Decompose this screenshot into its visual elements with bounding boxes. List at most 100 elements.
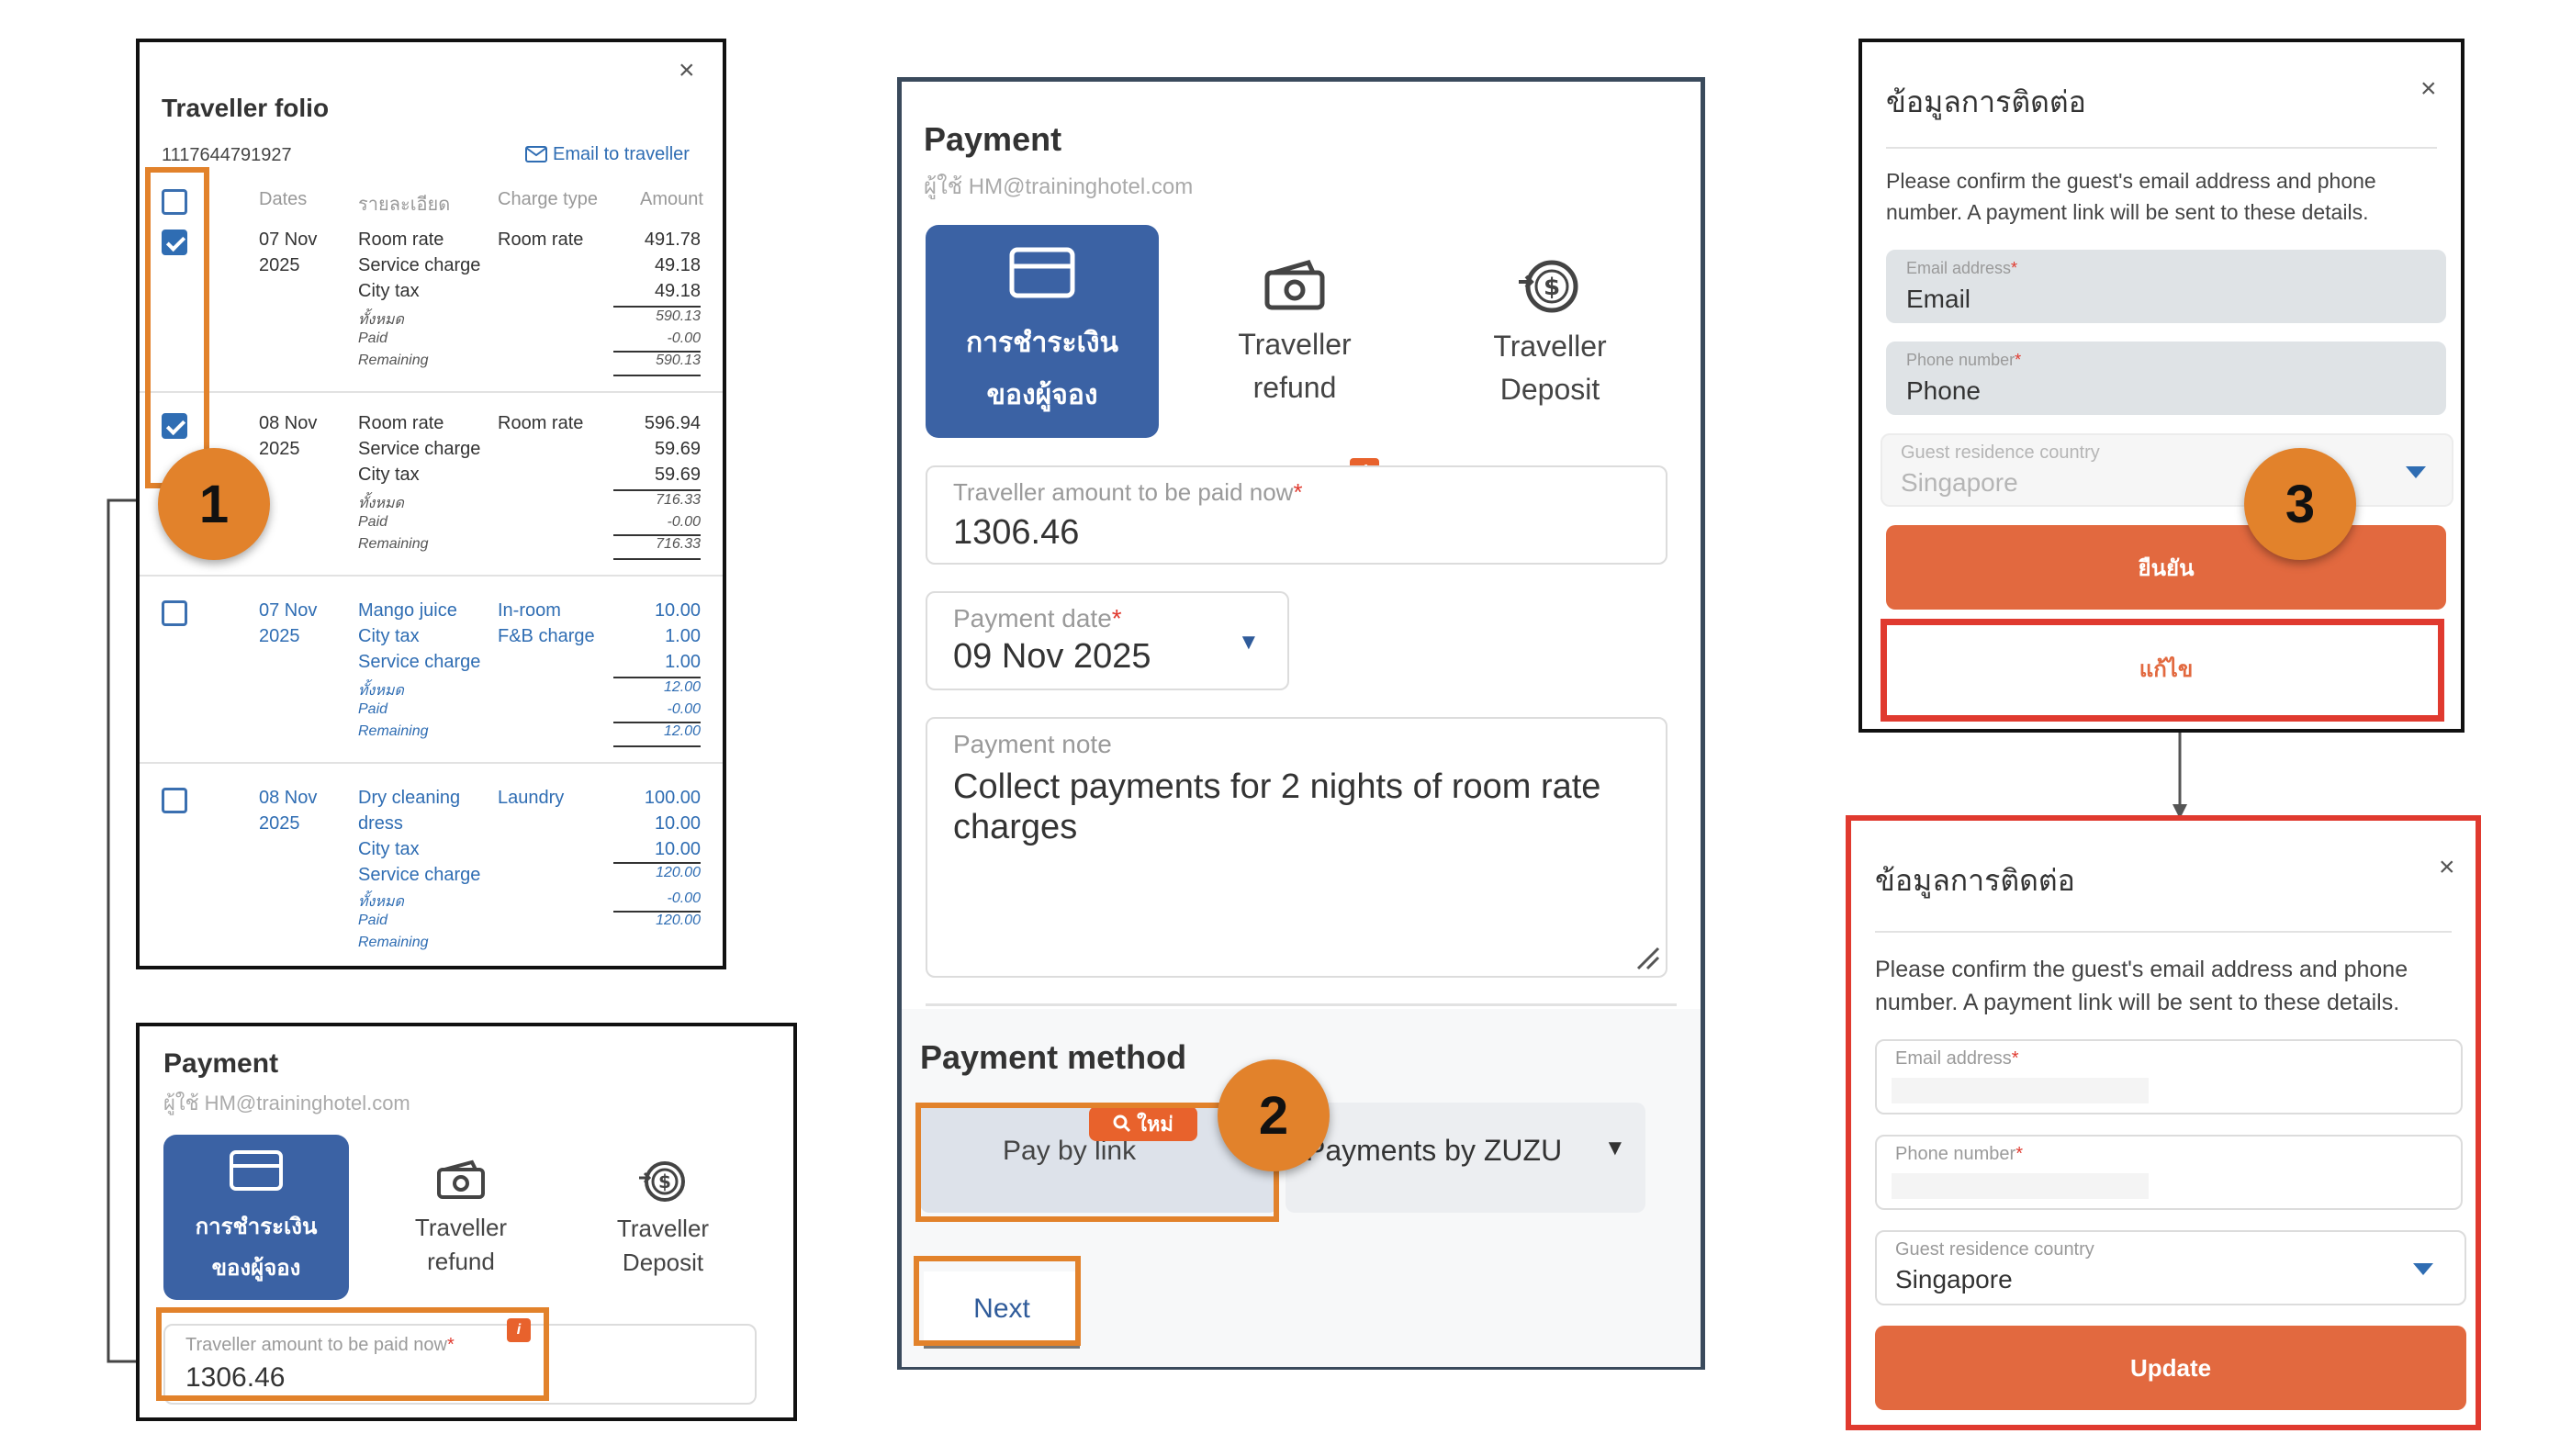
dialog-title: ข้อมูลการติดต่อ xyxy=(1886,85,2086,118)
deposit-icon: $ xyxy=(639,1161,685,1202)
email-input-placeholder xyxy=(1892,1078,2149,1103)
phone-field[interactable]: Phone number* Phone xyxy=(1886,342,2446,415)
country-label: Guest residence country xyxy=(1895,1239,2094,1260)
payment-date-field[interactable]: Payment date* 09 Nov 2025 ▼ xyxy=(926,591,1289,690)
row-remaining-label: Remaining xyxy=(358,536,429,552)
phone-label: Phone number* xyxy=(1895,1144,2023,1164)
row-divider xyxy=(140,575,723,577)
country-value: Singapore xyxy=(1901,468,2018,497)
row-item: Service charge xyxy=(358,439,481,459)
row-remaining: 590.13 xyxy=(656,353,701,368)
row-remaining-label: Remaining xyxy=(358,723,429,739)
tab-traveller-deposit[interactable]: $ Traveller Deposit xyxy=(571,1135,755,1300)
email-field[interactable]: Email address* xyxy=(1875,1039,2463,1114)
country-select[interactable]: Guest residence country Singapore xyxy=(1881,433,2453,507)
header-charge-type: Charge type xyxy=(498,189,598,209)
row-remaining: 12.00 xyxy=(663,723,701,739)
email-field[interactable]: Email address* Email xyxy=(1886,250,2446,323)
row-item: Room rate xyxy=(358,230,444,250)
chevron-down-icon[interactable] xyxy=(2406,466,2426,478)
row-checkbox[interactable] xyxy=(162,600,187,626)
row-item: Service charge xyxy=(358,255,481,275)
callout-3: 3 xyxy=(2244,448,2356,560)
date-value: 09 Nov 2025 xyxy=(953,637,1151,676)
row-paid: -0.00 xyxy=(667,330,701,346)
dialog-description: Please confirm the guest's email address… xyxy=(1875,957,2408,1015)
payments-by-label: Payments by ZUZU xyxy=(1306,1134,1563,1167)
title-divider xyxy=(1886,147,2437,149)
confirm-button[interactable]: ยืนยัน xyxy=(1886,525,2446,610)
tab-traveller-deposit[interactable]: $ Traveller Deposit xyxy=(1432,225,1667,438)
card-icon xyxy=(230,1150,283,1191)
subtotal-line xyxy=(613,558,701,560)
subtotal-line xyxy=(613,375,701,376)
header-details: รายละเอียด xyxy=(358,195,451,215)
row-amount: 49.18 xyxy=(654,255,701,275)
subtotal-line xyxy=(613,745,701,747)
row-amount: 49.18 xyxy=(654,281,701,301)
payment-method-title: Payment method xyxy=(920,1038,1187,1076)
tab-booker-payment[interactable]: การชำระเงิน ของผู้จอง xyxy=(926,225,1159,438)
row-paid-label: Paid xyxy=(358,514,388,530)
country-select[interactable]: Guest residence country Singapore xyxy=(1875,1230,2466,1305)
row-total-label: ทั้งหมด xyxy=(358,312,404,328)
dialog-title: ข้อมูลการติดต่อ xyxy=(1875,864,2075,897)
payment-user: ผู้ใช้ HM@traininghotel.com xyxy=(924,174,1194,199)
row-remaining-label: Remaining xyxy=(358,353,429,368)
row-charge-type: Room rate xyxy=(498,413,584,433)
payment-title: Payment xyxy=(163,1048,279,1079)
card-icon xyxy=(1009,247,1075,298)
row-day: 07 Nov xyxy=(259,230,318,250)
checkbox-column-highlight xyxy=(145,167,209,488)
subtotal-line xyxy=(613,306,701,308)
chevron-down-icon[interactable]: ▼ xyxy=(1238,630,1260,655)
edit-button-highlight xyxy=(1881,619,2444,722)
row-paid: -0.00 xyxy=(667,701,701,717)
row-item: City tax xyxy=(358,281,420,301)
row-amount: 10.00 xyxy=(654,600,701,621)
row-day: 07 Nov xyxy=(259,600,318,621)
country-label: Guest residence country xyxy=(1901,442,2100,463)
row-paid: -0.00 xyxy=(667,514,701,530)
email-value: Email xyxy=(1906,285,1971,313)
tab-booker-payment[interactable]: การชำระเงิน ของผู้จอง xyxy=(163,1135,349,1300)
resize-handle-icon[interactable] xyxy=(1634,945,1660,970)
close-icon[interactable]: × xyxy=(2420,73,2437,105)
phone-field[interactable]: Phone number* xyxy=(1875,1135,2463,1210)
row-checkbox[interactable] xyxy=(162,788,187,813)
payment-title: Payment xyxy=(924,120,1062,158)
row-amount: 59.69 xyxy=(654,465,701,485)
section-divider xyxy=(926,1003,1677,1006)
chevron-down-icon[interactable] xyxy=(2413,1263,2433,1275)
date-label: Payment date* xyxy=(953,604,1122,633)
dialog-description: Please confirm the guest's email address… xyxy=(1886,169,2376,224)
row-total-label: ทั้งหมด xyxy=(358,496,404,511)
cash-icon xyxy=(437,1159,485,1199)
row-total-label: ทั้งหมด xyxy=(358,894,404,910)
payment-note-field[interactable]: Payment note Collect payments for 2 nigh… xyxy=(926,717,1667,978)
close-icon[interactable]: × xyxy=(679,55,695,86)
update-button[interactable]: Update xyxy=(1875,1326,2466,1410)
header-dates: Dates xyxy=(259,189,308,209)
row-year: 2025 xyxy=(259,439,300,459)
row-total: 12.00 xyxy=(663,679,701,695)
row-total-label: ทั้งหมด xyxy=(358,683,404,699)
row-charge-type: In-room xyxy=(498,600,561,621)
email-to-traveller-link[interactable]: Email to traveller xyxy=(525,143,690,165)
row-amount: 10.00 xyxy=(654,839,701,859)
row-total: 590.13 xyxy=(656,308,701,324)
tab-traveller-refund[interactable]: Traveller refund xyxy=(1177,225,1412,438)
note-value: Collect payments for 2 nights of room ra… xyxy=(953,767,1601,846)
traveller-amount-field[interactable]: Traveller amount to be paid now* 1306.46 xyxy=(926,465,1667,565)
row-item: City tax xyxy=(358,465,420,485)
next-button-highlight xyxy=(914,1256,1081,1346)
tab-traveller-refund[interactable]: Traveller refund xyxy=(369,1135,553,1300)
row-divider xyxy=(140,391,723,393)
subtotal-line xyxy=(613,489,701,491)
callout-2: 2 xyxy=(1218,1059,1330,1171)
chevron-down-icon[interactable]: ▼ xyxy=(1604,1136,1626,1161)
phone-input-placeholder xyxy=(1892,1173,2149,1199)
cash-icon xyxy=(1264,259,1325,310)
phone-label: Phone number* xyxy=(1906,351,2022,369)
close-icon[interactable]: × xyxy=(2439,852,2455,883)
